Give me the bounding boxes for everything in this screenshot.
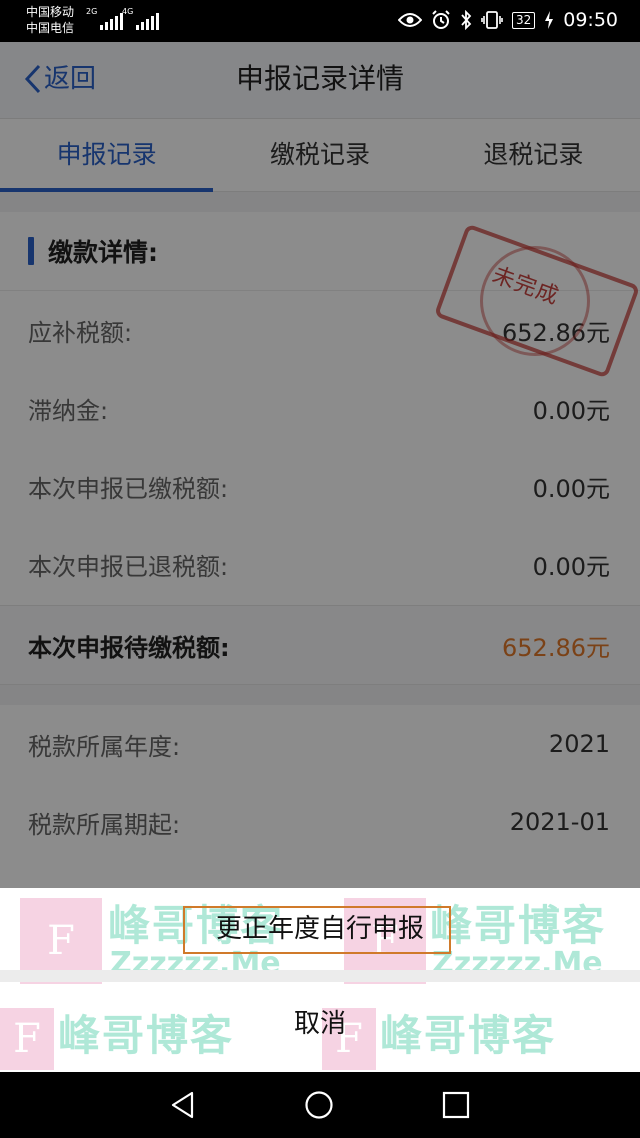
modal-backdrop[interactable] <box>0 42 640 888</box>
eye-icon <box>397 13 422 27</box>
correct-annual-declaration-button[interactable]: 更正年度自行申报 <box>0 888 640 970</box>
status-bar: 中国移动 中国电信 2G 4G 32 09:50 <box>0 0 640 42</box>
recents-square-icon[interactable] <box>442 1090 470 1120</box>
signal-icon: 4G <box>122 7 160 30</box>
carrier-info: 中国移动 中国电信 <box>26 4 74 36</box>
carrier-1: 中国移动 <box>26 5 75 19</box>
status-icons: 32 09:50 <box>397 9 618 31</box>
vibrate-icon <box>481 11 503 29</box>
clock: 09:50 <box>563 9 618 31</box>
battery-icon: 32 <box>511 11 536 29</box>
home-circle-icon[interactable] <box>304 1090 334 1120</box>
cancel-button[interactable]: 取消 <box>0 982 640 1072</box>
back-triangle-icon[interactable] <box>168 1090 198 1120</box>
sheet-divider <box>0 970 640 982</box>
network-type-1: 2G <box>86 7 98 16</box>
bluetooth-icon <box>461 10 472 30</box>
signal-icon: 2G <box>86 7 124 30</box>
charging-icon <box>545 11 554 29</box>
system-nav-bar <box>0 1072 640 1138</box>
alarm-icon <box>432 10 450 29</box>
cancel-label: 取消 <box>293 1009 346 1039</box>
network-type-2: 4G <box>122 7 134 16</box>
option-label: 更正年度自行申报 <box>215 914 424 944</box>
carrier-2: 中国电信 <box>26 21 75 35</box>
action-sheet: F 峰哥博客 Zzzzzz.Me F 峰哥博客 Zzzzzz.Me F 峰哥博客… <box>0 888 640 1072</box>
